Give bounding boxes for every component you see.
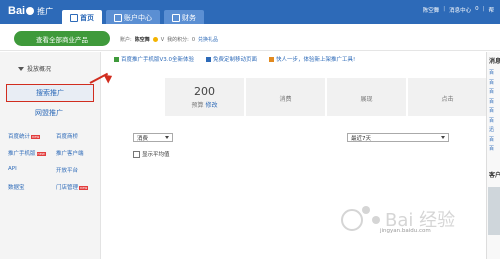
budget-line: 预算 修改 (191, 100, 217, 109)
stat-impressions: 展现 (327, 78, 406, 116)
message-item[interactable]: 迅 (489, 126, 494, 133)
wallet-icon (172, 14, 180, 22)
message-item[interactable]: 百 (489, 136, 494, 143)
impressions-label: 展现 (360, 95, 373, 103)
checkbox-box[interactable] (133, 150, 140, 158)
date-range-select[interactable]: 最近7天 (347, 133, 449, 142)
news-item[interactable]: 快人一步，体验新上架推广工具! (269, 55, 355, 63)
redeem-gifts-link[interactable]: 兑换礼品 (198, 36, 218, 43)
main-tabs: 首页 账户中心 财务 (62, 10, 204, 24)
new-badge: new (36, 152, 46, 156)
tab-account-center[interactable]: 账户中心 (106, 10, 160, 24)
account-label: 账户: (120, 37, 132, 43)
page-icon (206, 57, 212, 62)
logo-text: Bai (8, 5, 26, 17)
account-info: 账户: 陈空舞 V 我的积分: 0 兑换礼品 (120, 36, 218, 44)
view-all-products-button[interactable]: 查看全部商业产品 (14, 31, 110, 46)
news-bar: 百度推广手机版V3.0全新体验 免费定制移动页面 快人一步，体验新上架推广工具! (114, 55, 355, 63)
message-item[interactable]: 百 (489, 98, 494, 105)
tool-label: 百度统计 (8, 134, 31, 140)
tool-link-bridge[interactable]: 百度商桥 (56, 132, 98, 140)
new-badge: new (31, 135, 41, 139)
chevron-down-icon (441, 136, 445, 139)
tool-link-open-platform[interactable]: 开放平台 (56, 166, 98, 174)
stat-spend: 消费 (246, 78, 325, 116)
message-item[interactable]: 百 (489, 88, 494, 95)
annotation-arrowhead (103, 71, 115, 84)
clicks-label: 点击 (441, 95, 454, 103)
help-link[interactable]: 帮 (488, 6, 494, 14)
username-link[interactable]: 陈空舞 (423, 6, 440, 14)
new-badge: new (79, 186, 89, 190)
tool-link-mobile[interactable]: 推广手机版 new (8, 149, 56, 157)
divider: | (482, 6, 485, 12)
tool-link-api[interactable]: API (8, 166, 56, 174)
user-icon (114, 14, 122, 22)
tool-link-stats[interactable]: 百度统计 new (8, 132, 56, 140)
stat-clicks: 点击 (408, 78, 487, 116)
news-item[interactable]: 免费定制移动页面 (206, 55, 257, 63)
show-average-label: 显示平均值 (142, 152, 170, 158)
paw-icon (26, 7, 35, 16)
metric-select-value: 消费 (137, 135, 149, 142)
message-center-link[interactable]: 消息中心 (449, 6, 471, 14)
message-item[interactable]: 百 (489, 117, 494, 124)
message-item[interactable]: 百 (489, 107, 494, 114)
baidu-jingyan-watermark: Bai 经验 (341, 206, 455, 231)
overview-label: 投放概况 (27, 66, 52, 73)
account-name: 陈空舞 (134, 37, 150, 43)
tab-account-label: 账户中心 (124, 14, 152, 22)
news-text: 快人一步，体验新上架推广工具! (276, 57, 356, 63)
level-dot-icon (152, 37, 158, 42)
news-text: 免费定制移动页面 (213, 57, 258, 63)
chevron-down-icon (165, 136, 169, 139)
tab-home[interactable]: 首页 (62, 10, 102, 24)
points-label: 我的积分: (167, 37, 189, 43)
top-bar: Bai 推广 首页 账户中心 财务 陈空舞 | 消息中心 0 | 帮 (0, 0, 500, 24)
tab-finance-label: 财务 (182, 14, 196, 22)
message-item[interactable]: 百 (489, 79, 494, 86)
points-value: 0 (191, 36, 195, 43)
show-average-checkbox[interactable]: 显示平均值 (133, 150, 170, 158)
tool-links-grid: 百度统计 new 百度商桥 推广手机版 new 推广客户端 API 开放平台 数据宝… (8, 132, 98, 191)
budget-label: 预算 (191, 102, 204, 109)
home-icon (70, 14, 78, 22)
top-right-links: 陈空舞 | 消息中心 0 | 帮 (423, 6, 494, 14)
news-item[interactable]: 百度推广手机版V3.0全新体验 (114, 55, 194, 63)
tool-link-client[interactable]: 推广客户端 (56, 149, 98, 157)
metric-select[interactable]: 消费 (133, 133, 173, 142)
tab-finance[interactable]: 财务 (164, 10, 204, 24)
stats-panel: 200 预算 修改 消费 展现 点击 (165, 78, 487, 116)
level-badge: V (160, 36, 165, 43)
spend-label: 消费 (279, 95, 292, 103)
message-count: 0 (475, 6, 479, 12)
divider: | (443, 6, 446, 12)
phone-icon (114, 57, 119, 62)
tool-link-store[interactable]: 门店管理 new (56, 183, 98, 191)
sidebar-item-search-promotion[interactable]: 搜索推广 (6, 84, 94, 102)
messages-heading: 消息 (489, 58, 500, 65)
watermark-url: jingyan.baidu.com (380, 228, 431, 234)
news-text: 百度推广手机版V3.0全新体验 (121, 57, 195, 63)
date-range-value: 最近7天 (351, 135, 371, 142)
tool-label: 门店管理 (56, 185, 79, 191)
budget-value: 200 (194, 85, 215, 98)
triangle-down-icon (18, 66, 24, 71)
tool-label: 推广手机版 (8, 151, 36, 157)
tool-link-databox[interactable]: 数据宝 (8, 183, 56, 191)
message-item[interactable]: 百 (489, 145, 494, 152)
message-item[interactable]: 百 (489, 69, 494, 76)
overview-toggle[interactable]: 投放概况 (18, 64, 51, 73)
message-list: 百 百 百 百 百 百 迅 百 百 (489, 69, 494, 152)
baidu-logo[interactable]: Bai 推广 (8, 5, 53, 17)
tool-icon (269, 57, 275, 62)
logo-sub: 推广 (37, 7, 54, 16)
edit-budget-link[interactable]: 修改 (206, 102, 218, 109)
tab-home-label: 首页 (80, 14, 94, 22)
customer-heading: 客户 (489, 172, 500, 179)
stat-budget: 200 预算 修改 (165, 78, 244, 116)
sidebar-item-network-promotion[interactable]: 网盟推广 (6, 105, 92, 121)
